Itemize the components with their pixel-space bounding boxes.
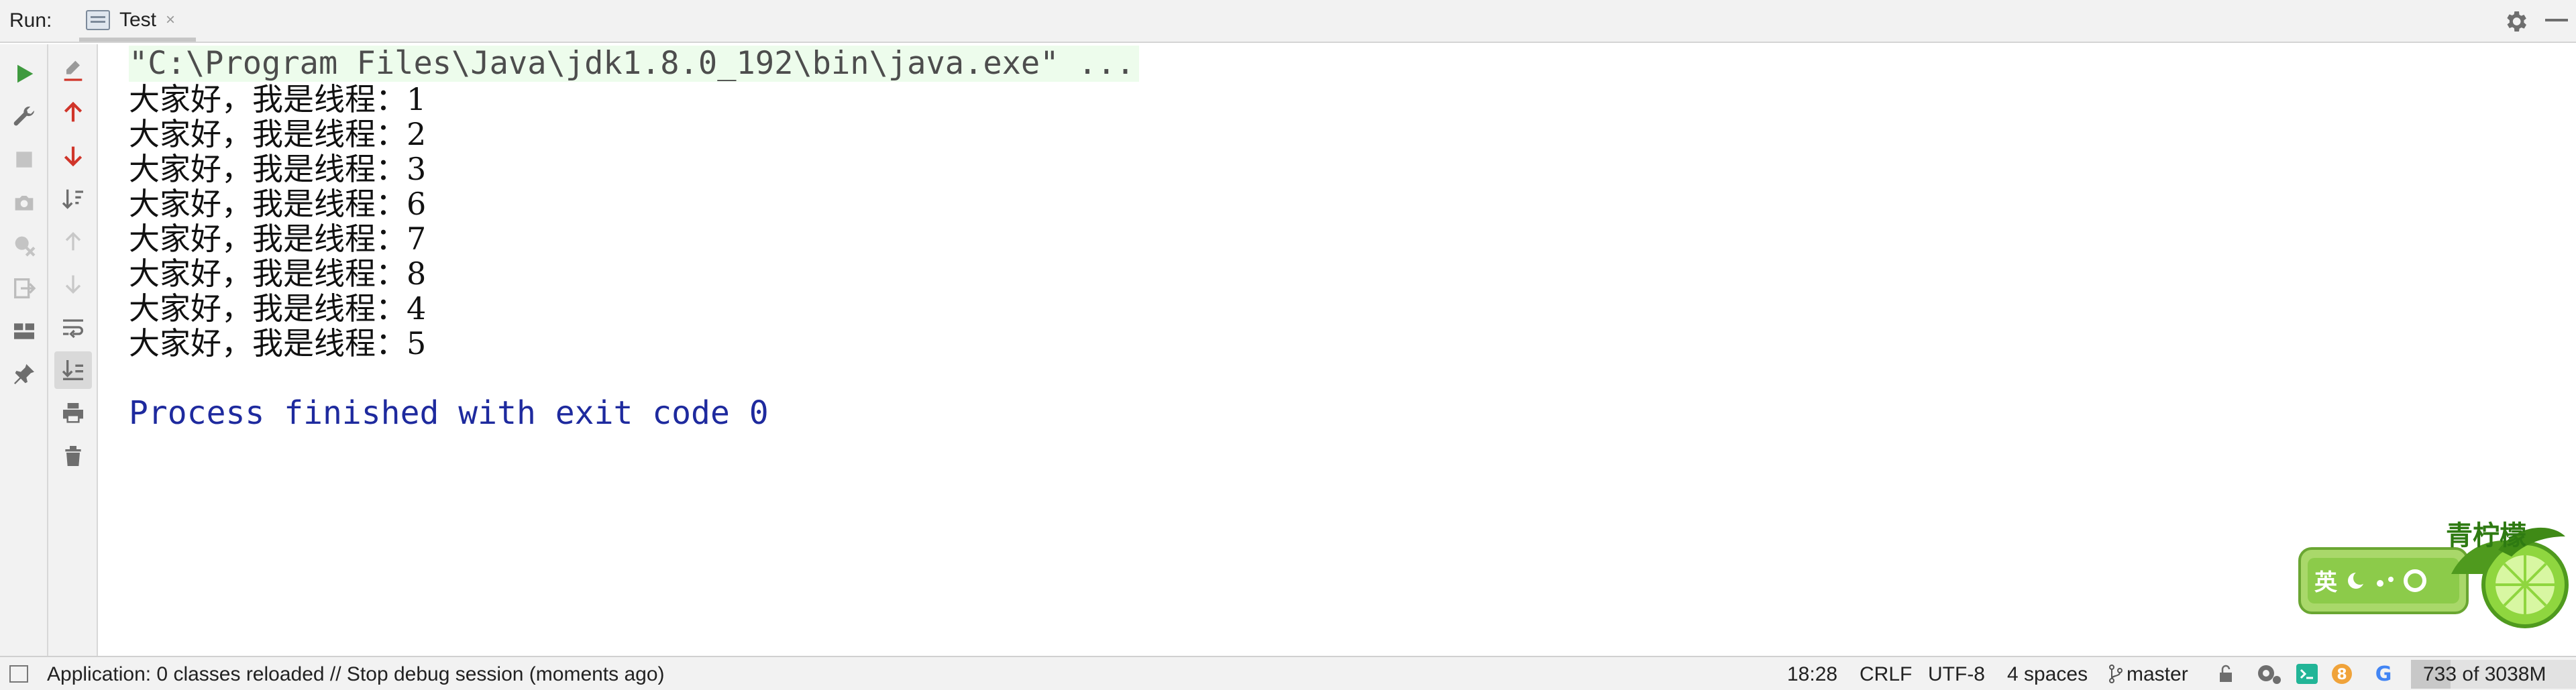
- status-bar: Application: 0 classes reloaded // Stop …: [0, 656, 2576, 690]
- stop-button[interactable]: [5, 141, 43, 178]
- notification-count: 8: [2337, 667, 2347, 683]
- memory-usage-label: 733 of 3038M: [2423, 663, 2546, 685]
- console-output[interactable]: "C:\Program Files\Java\jdk1.8.0_192\bin\…: [99, 44, 2576, 656]
- output-line: 大家好，我是线程：2: [129, 116, 427, 152]
- pin-tab-button[interactable]: [5, 355, 43, 393]
- gear-stop-icon: [15, 236, 36, 257]
- run-label: Run:: [9, 9, 52, 32]
- gear-icon[interactable]: [2502, 8, 2529, 35]
- up-stack-button[interactable]: [54, 94, 92, 131]
- ime-mode-label: 英: [2314, 569, 2338, 596]
- tab-test-label: Test: [119, 9, 157, 31]
- tab-test[interactable]: Test ×: [79, 3, 196, 42]
- output-line: 大家好，我是线程：6: [129, 186, 427, 222]
- memory-indicator[interactable]: 733 of 3038M: [2411, 660, 2576, 689]
- sort-button[interactable]: [54, 180, 92, 217]
- indent-setting[interactable]: 4 spaces: [2007, 663, 2088, 686]
- tool-window-toggle-icon[interactable]: [9, 665, 28, 683]
- caret-position[interactable]: 18:28: [1787, 663, 1837, 686]
- output-line: 大家好，我是线程：8: [129, 255, 427, 292]
- scroll-to-end-button[interactable]: [54, 351, 92, 389]
- svg-text:G: G: [2375, 663, 2392, 685]
- dump-threads-button[interactable]: [5, 184, 43, 221]
- terminal-plugin-icon[interactable]: [2296, 663, 2318, 685]
- play-icon: [17, 64, 34, 83]
- notification-badge[interactable]: 8: [2330, 663, 2353, 685]
- command-line: "C:\Program Files\Java\jdk1.8.0_192\bin\…: [129, 46, 1139, 82]
- lock-icon[interactable]: [2216, 664, 2235, 684]
- run-toolbar-secondary: [48, 44, 98, 656]
- exit-button[interactable]: [5, 270, 43, 307]
- console-tab-icon: [86, 10, 110, 30]
- pin-icon: [14, 364, 34, 384]
- clear-icon: [64, 60, 83, 81]
- edit-configuration-button[interactable]: [5, 98, 43, 135]
- clear-all-button[interactable]: [54, 51, 92, 89]
- output-line: 大家好，我是线程：1: [129, 81, 427, 117]
- sort-icon: [62, 189, 83, 209]
- output-line: 大家好，我是线程：5: [129, 325, 427, 361]
- google-icon[interactable]: G: [2372, 663, 2395, 685]
- ime-status-widget[interactable]: 英 青柠檬: [2297, 510, 2576, 630]
- minimize-icon[interactable]: [2545, 19, 2568, 21]
- arrow-down-icon: [65, 275, 81, 294]
- line-separator[interactable]: CRLF: [1860, 663, 1912, 686]
- exit-icon: [14, 278, 36, 298]
- camera-icon: [15, 196, 34, 211]
- layout-icon: [14, 323, 34, 339]
- trash-icon: [65, 446, 81, 466]
- print-button[interactable]: [54, 394, 92, 432]
- inspector-icon[interactable]: [2255, 663, 2282, 685]
- next-occurrence-button[interactable]: [54, 266, 92, 303]
- run-toolbar-primary: [0, 44, 48, 656]
- git-branch[interactable]: master: [2127, 663, 2188, 686]
- arrow-up-icon: [64, 101, 83, 122]
- wrap-icon: [63, 319, 83, 339]
- wrench-icon: [13, 106, 34, 126]
- arrow-down-icon: [64, 146, 83, 167]
- soft-wrap-button[interactable]: [54, 308, 92, 346]
- output-line: 大家好，我是线程：7: [129, 221, 427, 257]
- ime-brand-label: 青柠檬: [2446, 520, 2526, 551]
- file-encoding[interactable]: UTF-8: [1928, 663, 1985, 686]
- process-finished-message: Process finished with exit code 0: [129, 394, 769, 432]
- previous-occurrence-button[interactable]: [54, 223, 92, 260]
- down-stack-button[interactable]: [54, 137, 92, 174]
- output-line: 大家好，我是线程：3: [129, 151, 427, 187]
- scroll-end-icon: [62, 360, 83, 380]
- stop-icon: [16, 152, 32, 168]
- settings-exit-button[interactable]: [5, 227, 43, 264]
- rerun-button[interactable]: [5, 55, 43, 93]
- punct-dot-icon: [2377, 580, 2383, 587]
- close-icon[interactable]: ×: [166, 11, 175, 30]
- output-line: 大家好，我是线程：4: [129, 290, 427, 327]
- arrow-up-icon: [65, 231, 81, 251]
- printer-icon: [63, 403, 83, 423]
- restore-layout-button[interactable]: [5, 312, 43, 350]
- delete-button[interactable]: [54, 437, 92, 475]
- run-tool-window-header: Run: Test ×: [0, 0, 2576, 43]
- status-message[interactable]: Application: 0 classes reloaded // Stop …: [47, 663, 665, 686]
- git-branch-icon: [2109, 665, 2123, 683]
